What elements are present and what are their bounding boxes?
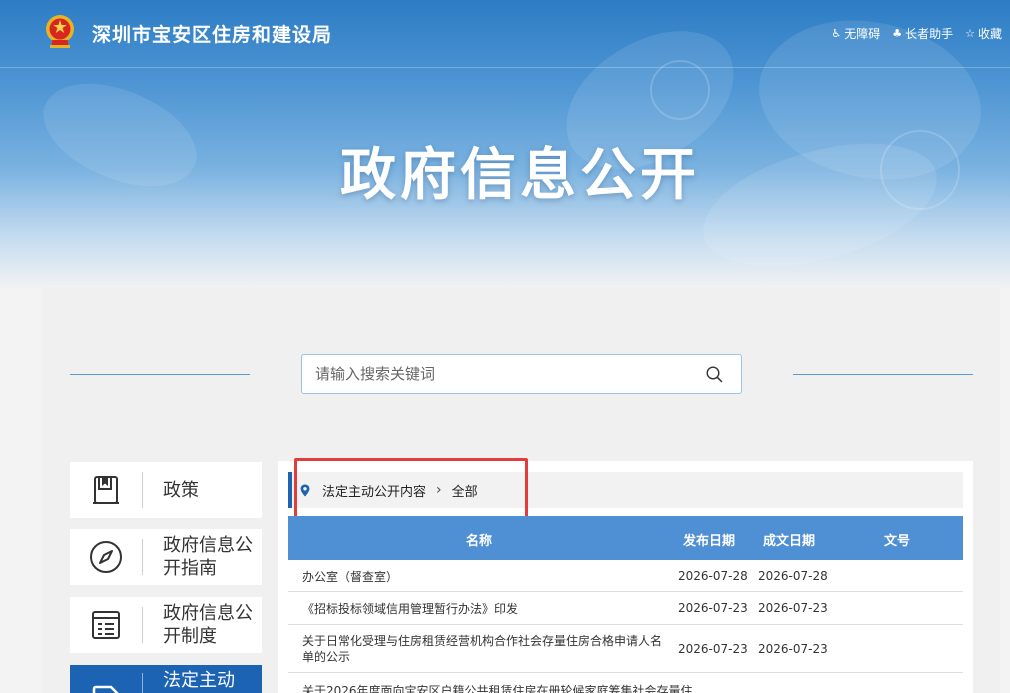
- sidebar-item-label: 法定主动: [163, 670, 235, 691]
- page-title: 政府信息公开: [340, 143, 700, 208]
- book-icon: [93, 476, 119, 504]
- national-emblem-icon[interactable]: [44, 14, 76, 50]
- sidebar-item-label: 政府信息公开指南: [163, 535, 253, 579]
- star-icon: ☆: [965, 27, 975, 40]
- favorite-link[interactable]: ☆ 收藏: [965, 25, 1002, 42]
- search-icon[interactable]: [706, 366, 723, 383]
- row-title[interactable]: 关于2026年度面向宝安区户籍公共租赁住房在册轮候家庭筹集社会存量住: [302, 683, 693, 693]
- accessibility-icon: ♿: [831, 27, 842, 40]
- compass-icon: [90, 541, 122, 573]
- table-row[interactable]: 关于日常化受理与住房租赁经营机构合作社会存量住房合格申请人名单的公示 2026-…: [288, 625, 963, 673]
- row-publish-date: 2026-07-28: [678, 569, 748, 583]
- location-pin-icon: [300, 484, 310, 496]
- row-doc-date: 2026-07-28: [758, 569, 828, 583]
- accessibility-label: 无障碍: [844, 27, 881, 41]
- table-row[interactable]: 关于2026年度面向宝安区户籍公共租赁住房在册轮候家庭筹集社会存量住: [288, 673, 963, 693]
- search-input[interactable]: [302, 355, 682, 393]
- sidebar-item-label: 政府信息公开制度: [163, 603, 253, 647]
- chevron-right-icon: ›: [436, 482, 442, 498]
- sidebar-item-label: 政策: [163, 479, 199, 501]
- row-title[interactable]: 关于日常化受理与住房租赁经营机构合作社会存量住房合格申请人名单的公示: [302, 633, 672, 665]
- elder-helper-icon: ♣: [892, 27, 903, 40]
- breadcrumb-current[interactable]: 全部: [452, 481, 478, 500]
- sidebar-item-guide[interactable]: 政府信息公开指南: [70, 529, 262, 585]
- table-row[interactable]: 《招标投标领域信用管理暂行办法》印发 2026-07-23 2026-07-23: [288, 592, 963, 625]
- favorite-label: 收藏: [977, 27, 1002, 41]
- search-divider-right: [793, 374, 973, 375]
- sidebar-item-system[interactable]: 政府信息公开制度: [70, 597, 262, 653]
- row-title[interactable]: 《招标投标领域信用管理暂行办法》印发: [302, 601, 672, 617]
- decor-flower: [650, 60, 710, 120]
- search-divider-left: [70, 374, 250, 375]
- document-icon: [92, 685, 119, 693]
- breadcrumb-parent[interactable]: 法定主动公开内容: [322, 481, 426, 500]
- breadcrumb: 法定主动公开内容 › 全部: [288, 472, 963, 508]
- sidebar-item-statutory[interactable]: 法定主动: [70, 665, 262, 693]
- sidebar-item-policy[interactable]: 政策: [70, 462, 262, 518]
- elder-helper-label: 长者助手: [905, 27, 954, 41]
- row-doc-date: 2026-07-23: [758, 642, 828, 656]
- row-doc-date: 2026-07-23: [758, 601, 828, 615]
- column-header-publish-date: 发布日期: [683, 534, 736, 549]
- top-links: ♿ 无障碍 ♣ 长者助手 ☆ 收藏: [831, 25, 1002, 42]
- column-header-name: 名称: [466, 534, 493, 549]
- table-row[interactable]: 办公室（督查室） 2026-07-28 2026-07-28: [288, 560, 963, 592]
- search-box: [301, 354, 742, 394]
- site-name[interactable]: 深圳市宝安区住房和建设局: [92, 20, 332, 47]
- column-header-doc-date: 成文日期: [763, 534, 816, 549]
- hero-banner: 深圳市宝安区住房和建设局 ♿ 无障碍 ♣ 长者助手 ☆ 收藏 政府信息公开: [0, 0, 1010, 290]
- row-title[interactable]: 办公室（督查室）: [302, 569, 672, 585]
- top-bar: 深圳市宝安区住房和建设局 ♿ 无障碍 ♣ 长者助手 ☆ 收藏: [0, 0, 1010, 68]
- row-publish-date: 2026-07-23: [678, 601, 748, 615]
- table-header: 名称 发布日期 成文日期 文号: [288, 516, 963, 560]
- row-publish-date: 2026-07-23: [678, 642, 748, 656]
- list-doc-icon: [92, 611, 120, 639]
- accessibility-link[interactable]: ♿ 无障碍: [831, 25, 880, 42]
- column-header-doc-no: 文号: [884, 534, 911, 549]
- elder-helper-link[interactable]: ♣ 长者助手: [892, 25, 953, 42]
